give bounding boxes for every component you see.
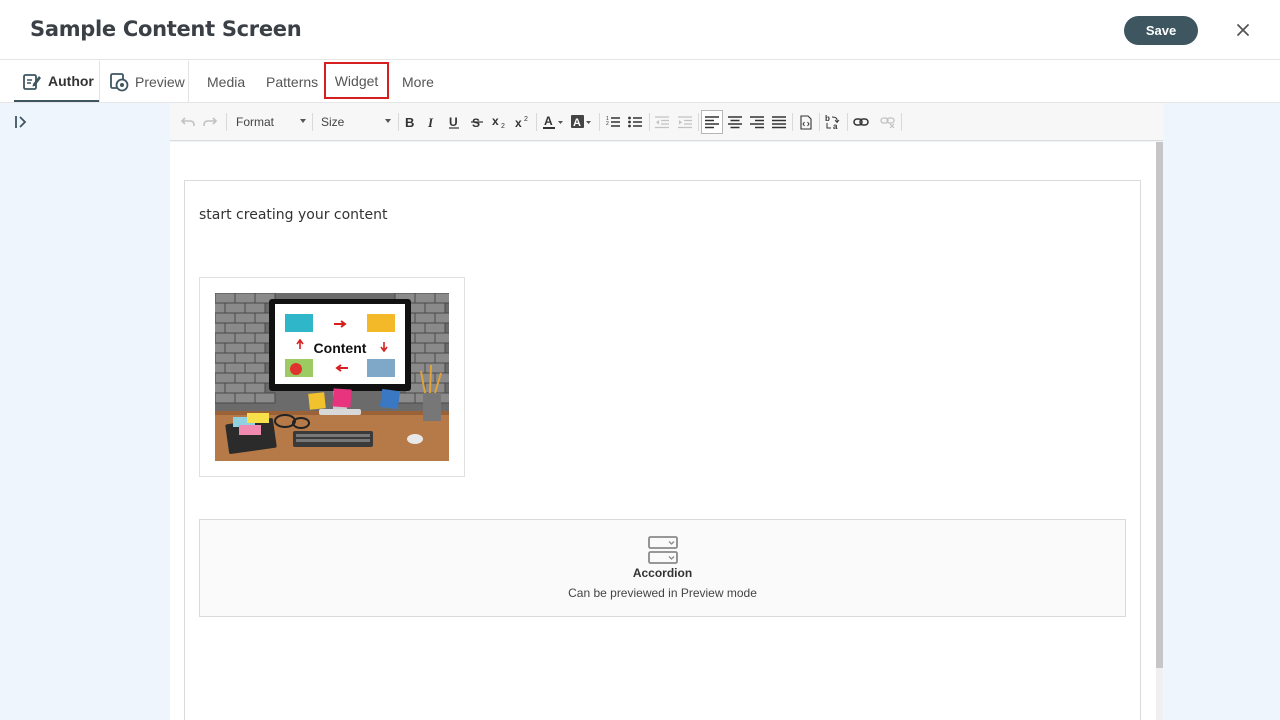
- author-edit-icon: [22, 71, 42, 91]
- expand-panel-icon[interactable]: [13, 114, 29, 130]
- image-block[interactable]: Content: [199, 277, 465, 477]
- svg-text:I: I: [427, 115, 434, 129]
- editor-canvas[interactable]: start creating your content Content Acco…: [170, 142, 1156, 720]
- bold-icon[interactable]: B: [403, 112, 417, 132]
- svg-text:Content: Content: [314, 340, 367, 356]
- app-header: Sample Content Screen Save: [0, 0, 1280, 60]
- unlink-icon[interactable]: [879, 112, 897, 132]
- tab-bar: Author Preview Media Patterns Widget Mor…: [0, 61, 1280, 103]
- tab-preview[interactable]: Preview: [99, 61, 189, 102]
- accordion-widget[interactable]: Accordion Can be previewed in Preview mo…: [199, 519, 1126, 617]
- svg-text:a: a: [833, 122, 838, 130]
- subscript-icon[interactable]: x2: [492, 112, 508, 132]
- content-page: start creating your content Content Acco…: [184, 180, 1141, 720]
- increase-indent-icon[interactable]: [677, 112, 693, 132]
- content-illustration-image: Content: [215, 293, 449, 461]
- find-replace-icon[interactable]: ba: [824, 112, 842, 132]
- undo-icon[interactable]: [180, 112, 196, 132]
- redo-icon[interactable]: [202, 112, 218, 132]
- svg-text:2: 2: [606, 121, 609, 127]
- page-title: Sample Content Screen: [30, 17, 302, 41]
- size-dropdown-label: Size: [321, 115, 345, 129]
- align-right-icon[interactable]: [749, 112, 765, 132]
- italic-icon[interactable]: I: [425, 112, 439, 132]
- bullet-list-icon[interactable]: [627, 112, 643, 132]
- tab-more[interactable]: More: [402, 61, 434, 102]
- link-icon[interactable]: [852, 112, 870, 132]
- svg-text:A: A: [544, 114, 553, 128]
- text-color-icon[interactable]: A: [542, 112, 566, 132]
- tab-media[interactable]: Media: [207, 61, 245, 102]
- accordion-title: Accordion: [632, 566, 693, 580]
- strikethrough-icon[interactable]: S: [470, 112, 484, 132]
- tab-widget[interactable]: Widget: [324, 62, 389, 99]
- preview-eye-icon: [109, 72, 129, 92]
- format-dropdown-label: Format: [236, 115, 275, 129]
- underline-icon[interactable]: U: [447, 112, 461, 132]
- format-dropdown[interactable]: Format: [236, 111, 306, 133]
- svg-text:2: 2: [501, 123, 505, 129]
- align-center-icon[interactable]: [727, 112, 743, 132]
- tab-author[interactable]: Author: [14, 61, 99, 102]
- background-color-icon[interactable]: A: [570, 112, 594, 132]
- numbered-list-icon[interactable]: 12: [605, 112, 621, 132]
- svg-text:b: b: [825, 114, 830, 123]
- svg-text:U: U: [449, 115, 458, 129]
- close-icon[interactable]: [1232, 19, 1254, 41]
- save-button[interactable]: Save: [1124, 16, 1198, 45]
- align-left-icon[interactable]: [701, 110, 723, 134]
- source-code-icon[interactable]: [798, 112, 814, 132]
- chevron-down-icon: [385, 119, 391, 123]
- superscript-icon[interactable]: x2: [515, 112, 531, 132]
- size-dropdown[interactable]: Size: [321, 111, 391, 133]
- svg-text:x: x: [515, 116, 522, 129]
- chevron-down-icon: [300, 119, 306, 123]
- align-justify-icon[interactable]: [771, 112, 787, 132]
- tab-preview-label: Preview: [135, 73, 185, 90]
- tab-author-label: Author: [48, 72, 94, 89]
- decrease-indent-icon[interactable]: [654, 112, 670, 132]
- editor-scrollbar[interactable]: [1156, 142, 1163, 668]
- editor-scroll-track[interactable]: [1156, 668, 1163, 720]
- svg-text:A: A: [573, 117, 581, 129]
- accordion-subtitle: Can be previewed in Preview mode: [568, 586, 757, 600]
- tab-patterns[interactable]: Patterns: [266, 61, 318, 102]
- accordion-icon: [648, 536, 678, 564]
- svg-text:x: x: [492, 115, 499, 128]
- svg-text:B: B: [405, 115, 414, 129]
- editor-toolbar: Format Size B I U S x2 x2 A: [170, 103, 1163, 141]
- svg-text:2: 2: [524, 116, 528, 123]
- content-paragraph[interactable]: start creating your content: [199, 207, 388, 223]
- workspace: Format Size B I U S x2 x2 A: [0, 103, 1280, 720]
